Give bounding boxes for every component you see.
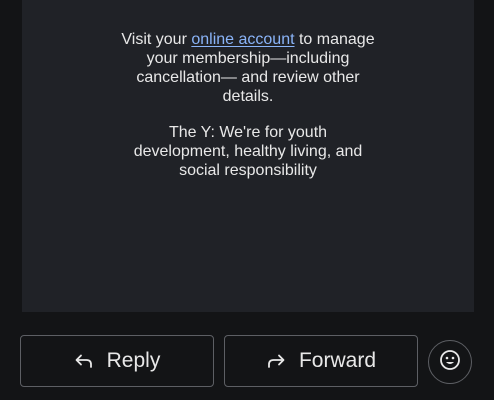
membership-line-2: your membership—including	[146, 50, 350, 67]
membership-line-4: details.	[222, 88, 274, 105]
online-account-link[interactable]: online account	[191, 31, 294, 48]
emoji-reaction-button[interactable]	[428, 340, 472, 384]
tagline-line-1: The Y: We're for youth	[168, 124, 328, 141]
email-body-card: Visit your online account to manage your…	[22, 0, 474, 312]
ymca-tagline-paragraph: The Y: We're for youth development, heal…	[22, 123, 474, 180]
membership-line-1: Visit your online account to manage	[22, 30, 474, 49]
reply-arrow-icon	[74, 351, 94, 371]
membership-paragraph: Visit your online account to manage your…	[22, 30, 474, 106]
smiley-face-icon	[438, 348, 462, 377]
reply-button[interactable]: Reply	[20, 335, 214, 387]
membership-line-3: cancellation— and review other	[136, 69, 360, 86]
tagline-line-3: social responsibility	[179, 162, 317, 179]
tagline-line-2: development, healthy living, and	[133, 143, 363, 160]
forward-arrow-icon	[266, 351, 286, 371]
forward-label: Forward	[298, 349, 377, 372]
reply-label: Reply	[106, 349, 161, 372]
forward-button[interactable]: Forward	[224, 335, 418, 387]
membership-prefix: Visit your	[121, 31, 192, 48]
membership-suffix: to manage	[294, 31, 375, 48]
